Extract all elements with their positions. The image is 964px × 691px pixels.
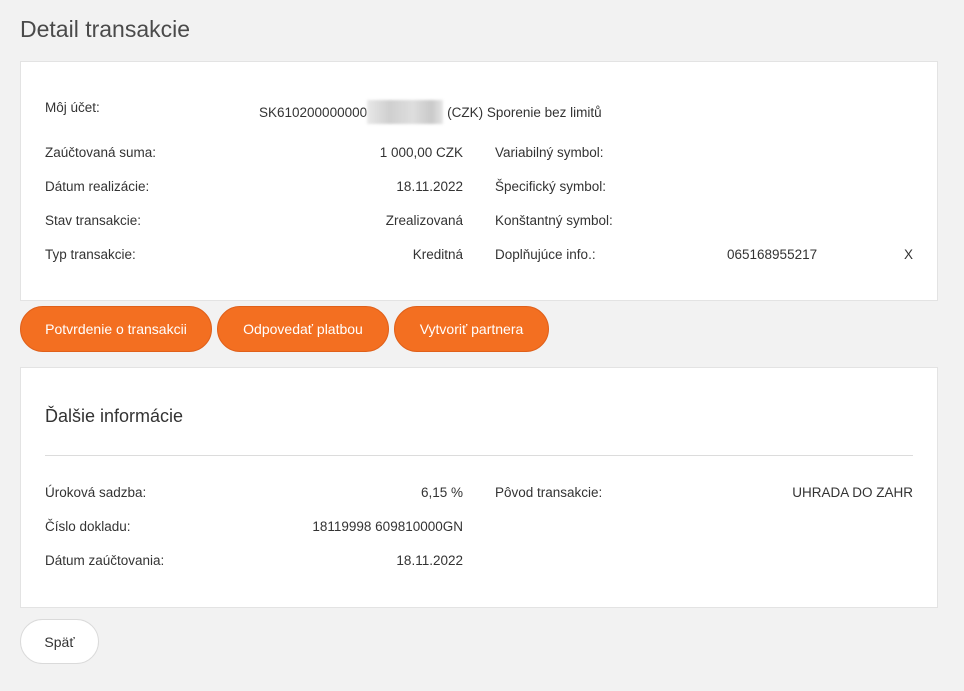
status-label: Stav transakcie: bbox=[45, 213, 142, 228]
transaction-detail-card: Môj účet: SK610200000000 (CZK) Sporenie … bbox=[20, 61, 938, 301]
more-info-title: Ďalšie informácie bbox=[45, 406, 184, 426]
account-name: (CZK) Sporenie bez limitů bbox=[447, 104, 602, 120]
origin-label: Pôvod transakcie: bbox=[495, 485, 603, 500]
document-number-value: 18119998 609810000GN bbox=[312, 519, 463, 534]
more-info-card: Ďalšie informácie Úroková sadzba: 6,15 %… bbox=[20, 367, 938, 608]
realization-date-label: Dátum realizácie: bbox=[45, 179, 150, 194]
document-number-label: Číslo dokladu: bbox=[45, 519, 131, 534]
account-iban: SK610200000000 bbox=[259, 104, 368, 120]
specific-symbol-label: Špecifický symbol: bbox=[495, 179, 607, 194]
amount-label: Zaúčtovaná suma: bbox=[45, 145, 157, 160]
type-value: Kreditná bbox=[412, 247, 463, 262]
reply-payment-button[interactable]: Odpovedať platbou bbox=[217, 306, 389, 352]
redacted-account-number bbox=[367, 100, 444, 124]
interest-rate-value: 6,15 % bbox=[420, 485, 463, 500]
additional-info-label: Doplňujúce info.: bbox=[495, 247, 596, 262]
realization-date-value: 18.11.2022 bbox=[396, 179, 463, 194]
back-button[interactable]: Späť bbox=[20, 619, 99, 664]
section-divider bbox=[45, 455, 913, 456]
page-title: Detail transakcie bbox=[20, 16, 191, 42]
account-value: SK610200000000 (CZK) Sporenie bez limitů bbox=[259, 100, 602, 124]
create-partner-button[interactable]: Vytvoriť partnera bbox=[394, 306, 549, 352]
variable-symbol-label: Variabilný symbol: bbox=[495, 145, 604, 160]
constant-symbol-label: Konštantný symbol: bbox=[495, 213, 613, 228]
posting-date-label: Dátum zaúčtovania: bbox=[45, 553, 165, 568]
additional-info-extra: X bbox=[903, 247, 913, 262]
origin-value: UHRADA DO ZAHR bbox=[792, 485, 913, 500]
transaction-confirmation-button[interactable]: Potvrdenie o transakcii bbox=[20, 306, 212, 352]
amount-value: 1 000,00 CZK bbox=[379, 145, 463, 160]
interest-rate-label: Úroková sadzba: bbox=[45, 485, 147, 500]
additional-info-value: 065168955217 bbox=[727, 247, 818, 262]
type-label: Typ transakcie: bbox=[45, 247, 136, 262]
account-label: Môj účet: bbox=[45, 100, 100, 115]
status-value: Zrealizovaná bbox=[385, 213, 463, 228]
posting-date-value: 18.11.2022 bbox=[396, 553, 463, 568]
